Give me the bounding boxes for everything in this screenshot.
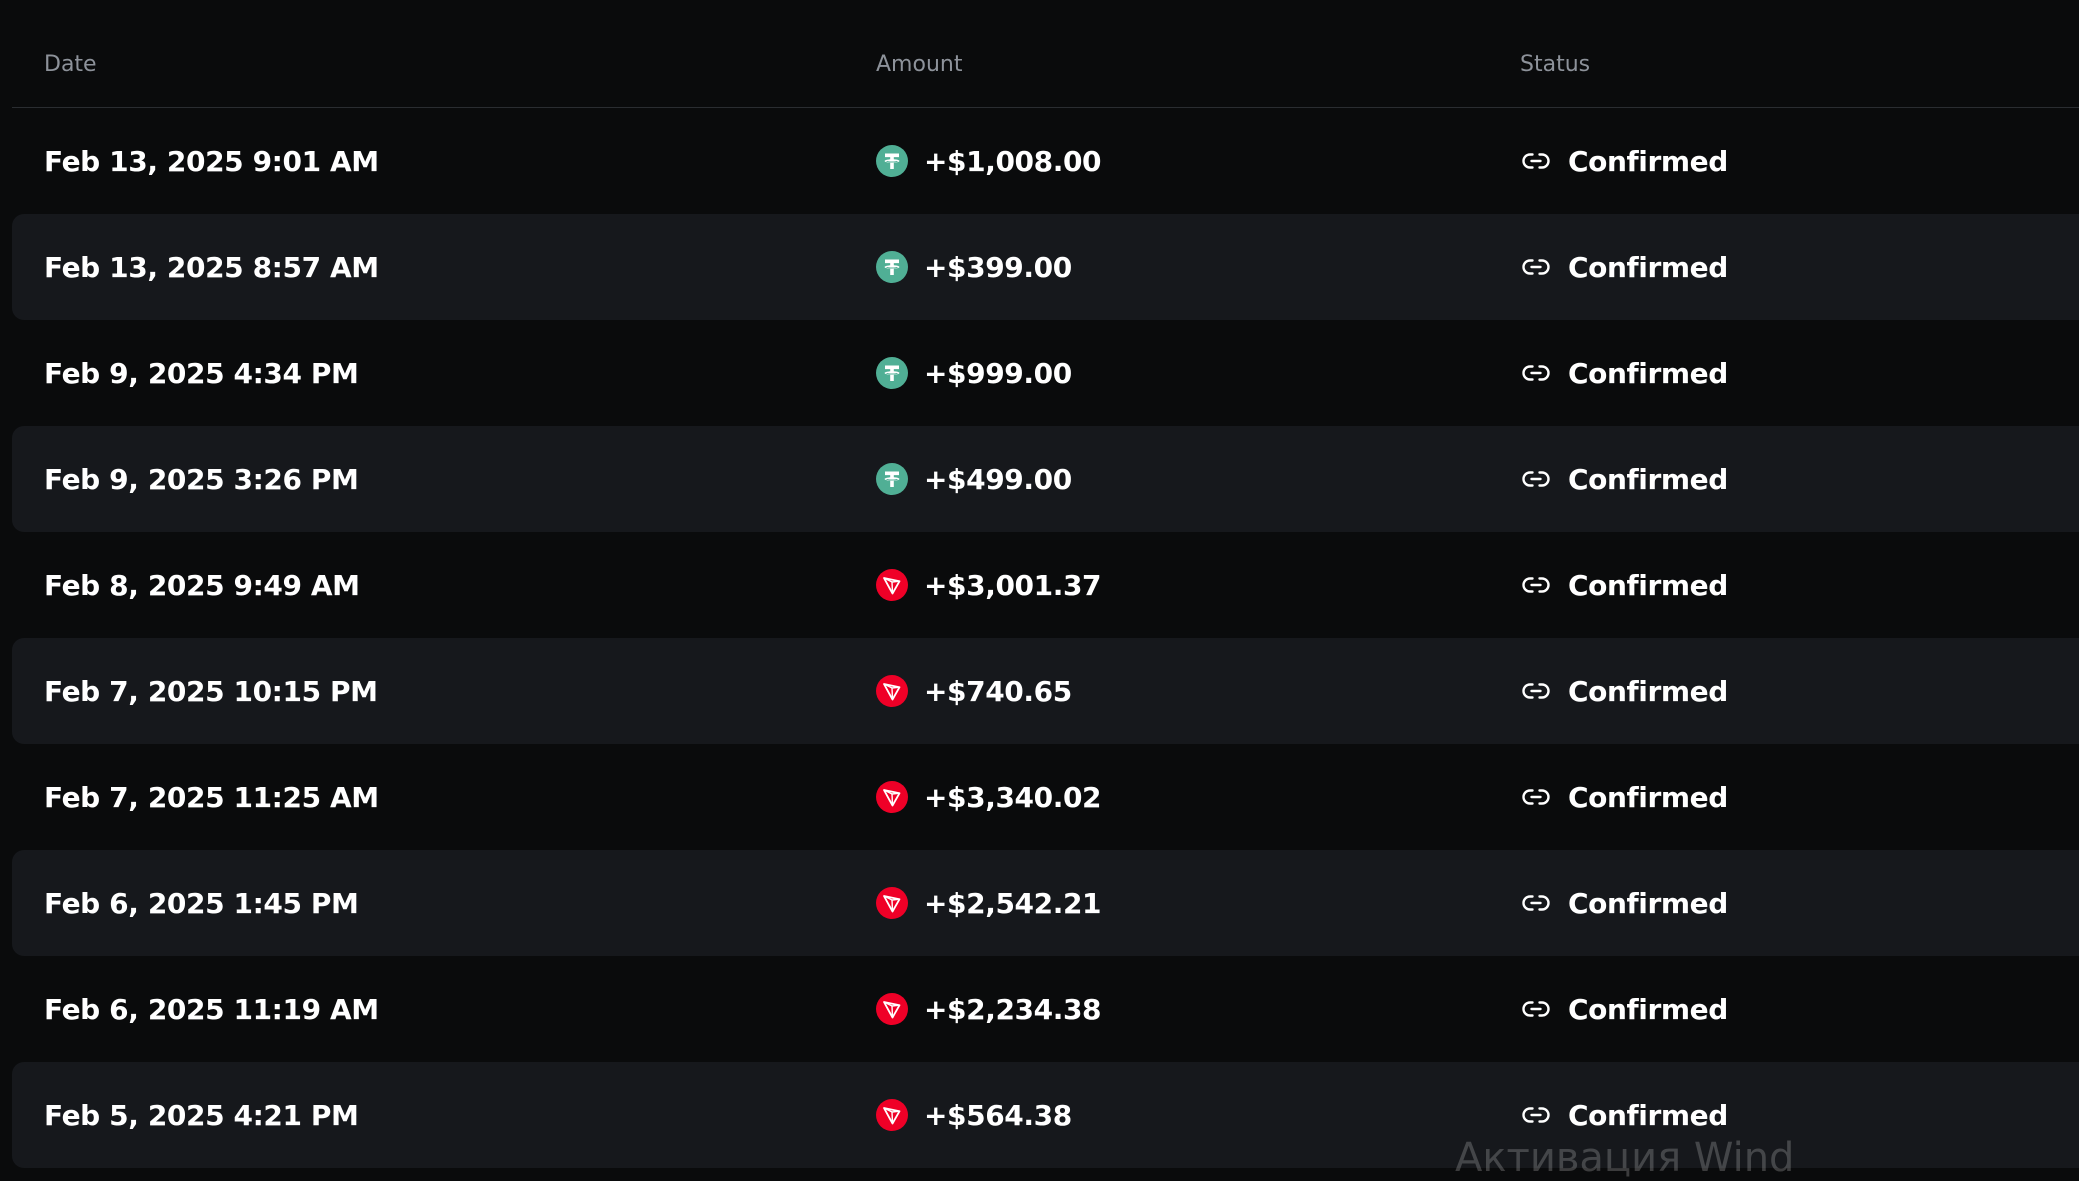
row-amount: +$564.38 [876, 1062, 1072, 1168]
row-date: Feb 13, 2025 8:57 AM [44, 250, 379, 284]
trx-icon [876, 993, 908, 1025]
usdt-icon [876, 251, 908, 283]
trx-icon [876, 887, 908, 919]
link-icon[interactable] [1520, 251, 1552, 283]
row-status: Confirmed [1520, 426, 1728, 532]
table-row[interactable]: Feb 13, 2025 8:57 AM +$399.00 Confirmed [12, 214, 2079, 320]
status-label: Confirmed [1568, 1098, 1728, 1132]
row-status: Confirmed [1520, 532, 1728, 638]
row-status: Confirmed [1520, 320, 1728, 426]
row-date: Feb 5, 2025 4:21 PM [44, 1098, 359, 1132]
usdt-icon [876, 463, 908, 495]
link-icon[interactable] [1520, 675, 1552, 707]
status-label: Confirmed [1568, 674, 1728, 708]
row-date: Feb 9, 2025 3:26 PM [44, 462, 359, 496]
header-date: Date [44, 52, 97, 77]
amount-value: +$2,234.38 [924, 992, 1102, 1026]
row-date: Feb 8, 2025 9:49 AM [44, 568, 360, 602]
amount-value: +$399.00 [924, 250, 1072, 284]
row-amount: +$999.00 [876, 320, 1072, 426]
row-date: Feb 7, 2025 11:25 AM [44, 780, 379, 814]
row-date: Feb 6, 2025 1:45 PM [44, 886, 359, 920]
amount-value: +$3,340.02 [924, 780, 1102, 814]
row-status: Confirmed [1520, 214, 1728, 320]
status-label: Confirmed [1568, 568, 1728, 602]
row-date: Feb 13, 2025 9:01 AM [44, 144, 379, 178]
transactions-table: Date Amount Status Feb 13, 2025 9:01 AM +… [12, 0, 2079, 1168]
row-status: Confirmed [1520, 744, 1728, 850]
table-row[interactable]: Feb 6, 2025 11:19 AM +$2,234.38 Confirmed [12, 956, 2079, 1062]
status-label: Confirmed [1568, 250, 1728, 284]
link-icon[interactable] [1520, 1099, 1552, 1131]
link-icon[interactable] [1520, 993, 1552, 1025]
amount-value: +$499.00 [924, 462, 1072, 496]
table-row[interactable]: Feb 9, 2025 3:26 PM +$499.00 Confirmed [12, 426, 2079, 532]
trx-icon [876, 781, 908, 813]
link-icon[interactable] [1520, 357, 1552, 389]
row-amount: +$2,542.21 [876, 850, 1102, 956]
row-status: Confirmed [1520, 850, 1728, 956]
row-amount: +$399.00 [876, 214, 1072, 320]
trx-icon [876, 1099, 908, 1131]
link-icon[interactable] [1520, 781, 1552, 813]
table-row[interactable]: Feb 9, 2025 4:34 PM +$999.00 Confirmed [12, 320, 2079, 426]
trx-icon [876, 569, 908, 601]
status-label: Confirmed [1568, 144, 1728, 178]
status-label: Confirmed [1568, 356, 1728, 390]
status-label: Confirmed [1568, 992, 1728, 1026]
row-amount: +$740.65 [876, 638, 1072, 744]
link-icon[interactable] [1520, 463, 1552, 495]
link-icon[interactable] [1520, 569, 1552, 601]
row-amount: +$3,001.37 [876, 532, 1102, 638]
status-label: Confirmed [1568, 886, 1728, 920]
row-date: Feb 7, 2025 10:15 PM [44, 674, 378, 708]
row-status: Confirmed [1520, 638, 1728, 744]
amount-value: +$999.00 [924, 356, 1072, 390]
amount-value: +$564.38 [924, 1098, 1072, 1132]
row-amount: +$3,340.02 [876, 744, 1102, 850]
status-label: Confirmed [1568, 462, 1728, 496]
amount-value: +$2,542.21 [924, 886, 1102, 920]
table-row[interactable]: Feb 7, 2025 10:15 PM +$740.65 Confirmed [12, 638, 2079, 744]
table-row[interactable]: Feb 6, 2025 1:45 PM +$2,542.21 Confirmed [12, 850, 2079, 956]
amount-value: +$740.65 [924, 674, 1072, 708]
header-amount: Amount [876, 52, 963, 77]
table-row[interactable]: Feb 8, 2025 9:49 AM +$3,001.37 Confirmed [12, 532, 2079, 638]
link-icon[interactable] [1520, 145, 1552, 177]
watermark: Активация Wind [1455, 1135, 1795, 1181]
usdt-icon [876, 357, 908, 389]
row-amount: +$2,234.38 [876, 956, 1102, 1062]
amount-value: +$1,008.00 [924, 144, 1102, 178]
header-status: Status [1520, 52, 1591, 77]
status-label: Confirmed [1568, 780, 1728, 814]
row-amount: +$1,008.00 [876, 108, 1102, 214]
row-date: Feb 9, 2025 4:34 PM [44, 356, 359, 390]
amount-value: +$3,001.37 [924, 568, 1102, 602]
row-amount: +$499.00 [876, 426, 1072, 532]
table-row[interactable]: Feb 13, 2025 9:01 AM +$1,008.00 Confirmed [12, 108, 2079, 214]
row-date: Feb 6, 2025 11:19 AM [44, 992, 379, 1026]
table-row[interactable]: Feb 7, 2025 11:25 AM +$3,340.02 Confirmed [12, 744, 2079, 850]
row-status: Confirmed [1520, 956, 1728, 1062]
link-icon[interactable] [1520, 887, 1552, 919]
table-body: Feb 13, 2025 9:01 AM +$1,008.00 Confirmed F… [12, 108, 2079, 1168]
table-header: Date Amount Status [12, 0, 2079, 108]
row-status: Confirmed [1520, 108, 1728, 214]
trx-icon [876, 675, 908, 707]
usdt-icon [876, 145, 908, 177]
